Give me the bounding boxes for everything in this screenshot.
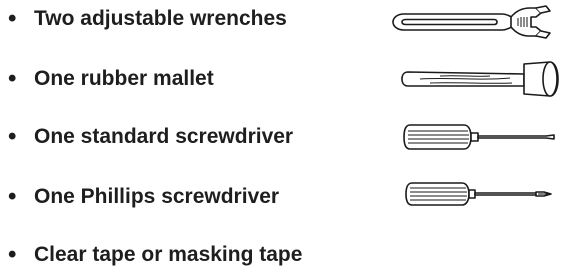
list-item-label: Clear tape or masking tape [34,243,303,266]
adjustable-wrench-icon [390,5,554,39]
list-item-label: One standard screwdriver [34,125,294,148]
list-item: • One standard screwdriver [8,120,293,154]
bullet: • [8,123,17,150]
bullet: • [8,65,17,92]
list-item: • Two adjustable wrenches [8,2,287,36]
bullet: • [8,241,17,268]
list-item-label: Two adjustable wrenches [34,7,287,30]
list-item: • Clear tape or masking tape [8,238,302,272]
list-item: • One rubber mallet [8,62,214,96]
phillips-screwdriver-icon [404,180,554,208]
list-item: • One Phillips screwdriver [8,180,279,214]
list-item-label: One Phillips screwdriver [34,185,280,208]
rubber-mallet-icon [400,56,560,102]
bullet: • [8,5,17,32]
standard-screwdriver-icon [402,122,558,152]
list-item-label: One rubber mallet [34,67,214,90]
bullet: • [8,183,17,210]
